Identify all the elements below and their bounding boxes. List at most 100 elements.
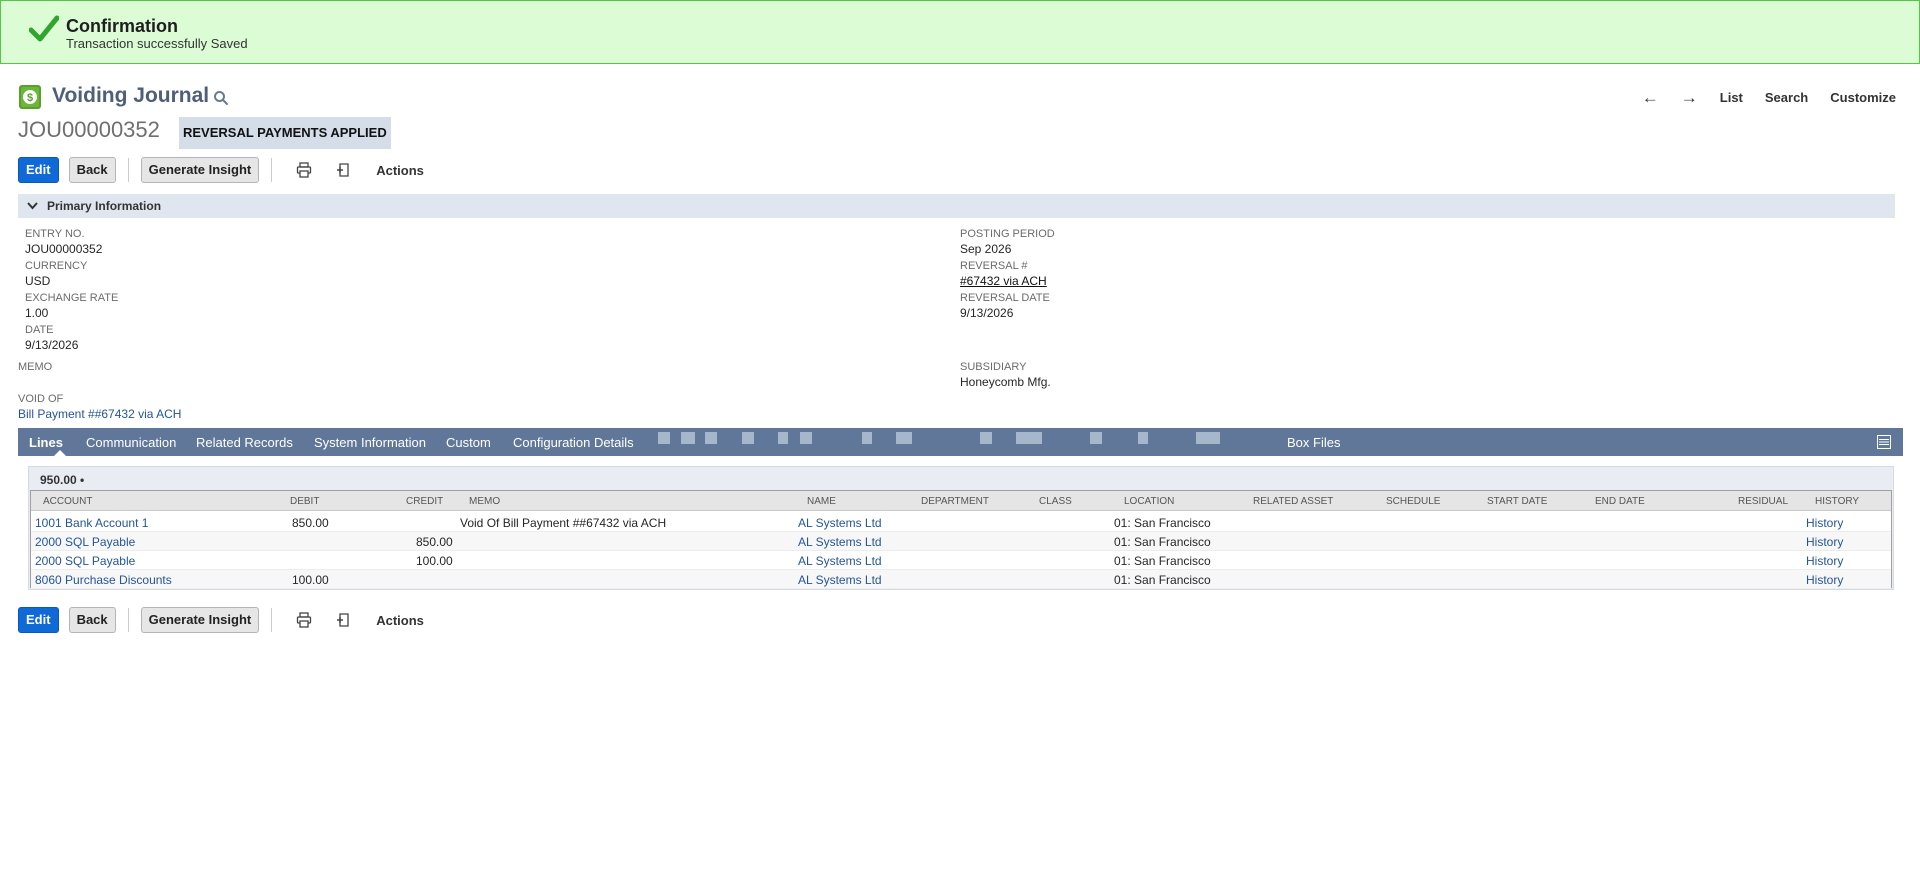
history-link[interactable]: History — [1806, 573, 1843, 587]
status-badge: REVERSAL PAYMENTS APPLIED — [179, 117, 391, 149]
table-row: 8060 Purchase Discounts 100.00 AL System… — [31, 570, 1891, 589]
search-icon[interactable] — [213, 90, 229, 106]
void-of-field: VOID OF Bill Payment ##67432 via ACH — [18, 393, 181, 421]
actions-menu[interactable]: Actions — [376, 613, 424, 628]
obscured-tab — [862, 432, 872, 444]
column-header: LOCATION — [1124, 496, 1175, 507]
table-header: ACCOUNT DEBIT CREDIT MEMO NAME DEPARTMEN… — [31, 491, 1891, 511]
column-header: DEBIT — [290, 496, 320, 507]
memo-cell: Void Of Bill Payment ##67432 via ACH — [460, 516, 667, 530]
subsidiary-field: SUBSIDIARY Honeycomb Mfg. — [960, 361, 1051, 389]
column-header: CLASS — [1039, 496, 1072, 507]
exchange-rate-field: EXCHANGE RATE 1.00 — [25, 292, 118, 320]
confirmation-title: Confirmation — [66, 16, 178, 36]
account-link[interactable]: 2000 SQL Payable — [35, 554, 135, 568]
field-label: MEMO — [18, 361, 53, 373]
svg-text:$: $ — [27, 92, 33, 104]
field-value: Sep 2026 — [960, 242, 1012, 256]
confirmation-banner: Confirmation Transaction successfully Sa… — [0, 0, 1920, 64]
toolbar-divider — [127, 158, 129, 182]
history-link[interactable]: History — [1806, 535, 1843, 549]
name-link[interactable]: AL Systems Ltd — [798, 573, 882, 587]
list-link[interactable]: List — [1720, 90, 1743, 105]
lines-table: ACCOUNT DEBIT CREDIT MEMO NAME DEPARTMEN… — [30, 490, 1892, 589]
name-link[interactable]: AL Systems Ltd — [798, 535, 882, 549]
generate-insight-button[interactable]: Generate Insight — [140, 157, 260, 183]
previous-record-arrow-icon[interactable]: ← — [1642, 89, 1659, 106]
generate-insight-button[interactable]: Generate Insight — [140, 607, 260, 633]
name-link[interactable]: AL Systems Ltd — [798, 516, 882, 530]
edit-button[interactable]: Edit — [18, 157, 59, 183]
tab-communication[interactable]: Communication — [86, 435, 176, 450]
obscured-tab — [681, 432, 695, 444]
back-button[interactable]: Back — [68, 607, 116, 633]
section-title: Primary Information — [47, 199, 162, 213]
field-value: JOU00000352 — [25, 242, 103, 256]
page-title: Voiding Journal — [52, 84, 210, 107]
location-cell: 01: San Francisco — [1114, 535, 1211, 549]
search-link[interactable]: Search — [1765, 90, 1808, 105]
void-of-link[interactable]: Bill Payment ##67432 via ACH — [18, 407, 181, 421]
field-label: VOID OF — [18, 393, 64, 405]
next-record-arrow-icon[interactable]: → — [1681, 89, 1698, 106]
field-label: SUBSIDIARY — [960, 361, 1027, 373]
tab-box-files[interactable]: Box Files — [1287, 435, 1340, 450]
tab-related-records[interactable]: Related Records — [196, 435, 293, 450]
field-label: EXCHANGE RATE — [25, 292, 119, 304]
location-cell: 01: San Francisco — [1114, 573, 1211, 587]
new-document-icon[interactable] — [336, 612, 352, 628]
lines-total: 950.00 • — [40, 473, 85, 487]
reversal-link[interactable]: #67432 via ACH — [960, 274, 1047, 288]
debit-cell: 100.00 — [292, 573, 329, 587]
obscured-tab — [896, 432, 912, 444]
name-link[interactable]: AL Systems Ltd — [798, 554, 882, 568]
obscured-tab — [742, 432, 754, 444]
field-label: ENTRY NO. — [25, 228, 85, 240]
toolbar-divider — [271, 608, 273, 632]
obscured-tab — [658, 432, 670, 444]
collapse-tabs-icon[interactable] — [1877, 435, 1891, 449]
subtab-bar: Lines Communication Related Records Syst… — [18, 428, 1903, 456]
column-header: MEMO — [469, 496, 501, 507]
history-link[interactable]: History — [1806, 554, 1843, 568]
tab-lines[interactable]: Lines — [29, 435, 63, 450]
history-link[interactable]: History — [1806, 516, 1843, 530]
account-link[interactable]: 2000 SQL Payable — [35, 535, 135, 549]
primary-information-header[interactable]: Primary Information — [18, 194, 1895, 218]
chevron-down-icon — [27, 202, 38, 210]
tab-custom[interactable]: Custom — [446, 435, 491, 450]
customize-link[interactable]: Customize — [1830, 90, 1896, 105]
print-icon[interactable] — [296, 162, 312, 178]
table-row: 2000 SQL Payable 850.00 AL Systems Ltd 0… — [31, 532, 1891, 551]
print-icon[interactable] — [296, 612, 312, 628]
field-label: DATE — [25, 324, 54, 336]
actions-menu[interactable]: Actions — [376, 163, 424, 178]
field-value: 9/13/2026 — [960, 306, 1014, 320]
edit-button[interactable]: Edit — [18, 607, 59, 633]
currency-field: CURRENCY USD — [25, 260, 87, 288]
tab-configuration-details[interactable]: Configuration Details — [513, 435, 634, 450]
field-label: CURRENCY — [25, 260, 88, 272]
confirmation-message: Transaction successfully Saved — [66, 36, 248, 51]
journal-icon: $ — [19, 85, 41, 109]
reversal-number-field: REVERSAL # #67432 via ACH — [960, 260, 1047, 288]
account-link[interactable]: 1001 Bank Account 1 — [35, 516, 148, 530]
reversal-date-field: REVERSAL DATE 9/13/2026 — [960, 292, 1050, 320]
credit-cell: 100.00 — [416, 554, 453, 568]
account-link[interactable]: 8060 Purchase Discounts — [35, 573, 172, 587]
field-value: 1.00 — [25, 306, 49, 320]
record-id: JOU00000352 — [18, 117, 160, 142]
location-cell: 01: San Francisco — [1114, 554, 1211, 568]
back-button[interactable]: Back — [68, 157, 116, 183]
column-header: SCHEDULE — [1386, 496, 1441, 507]
tab-system-information[interactable]: System Information — [314, 435, 426, 450]
obscured-tab — [1196, 432, 1220, 444]
new-document-icon[interactable] — [336, 162, 352, 178]
column-header: DEPARTMENT — [921, 496, 989, 507]
active-tab-indicator — [54, 450, 66, 456]
column-header: CREDIT — [406, 496, 444, 507]
bottom-toolbar: Edit Back Generate Insight Actions — [18, 607, 424, 633]
field-label: REVERSAL DATE — [960, 292, 1050, 304]
toolbar-divider — [127, 608, 129, 632]
column-header: START DATE — [1487, 496, 1548, 507]
